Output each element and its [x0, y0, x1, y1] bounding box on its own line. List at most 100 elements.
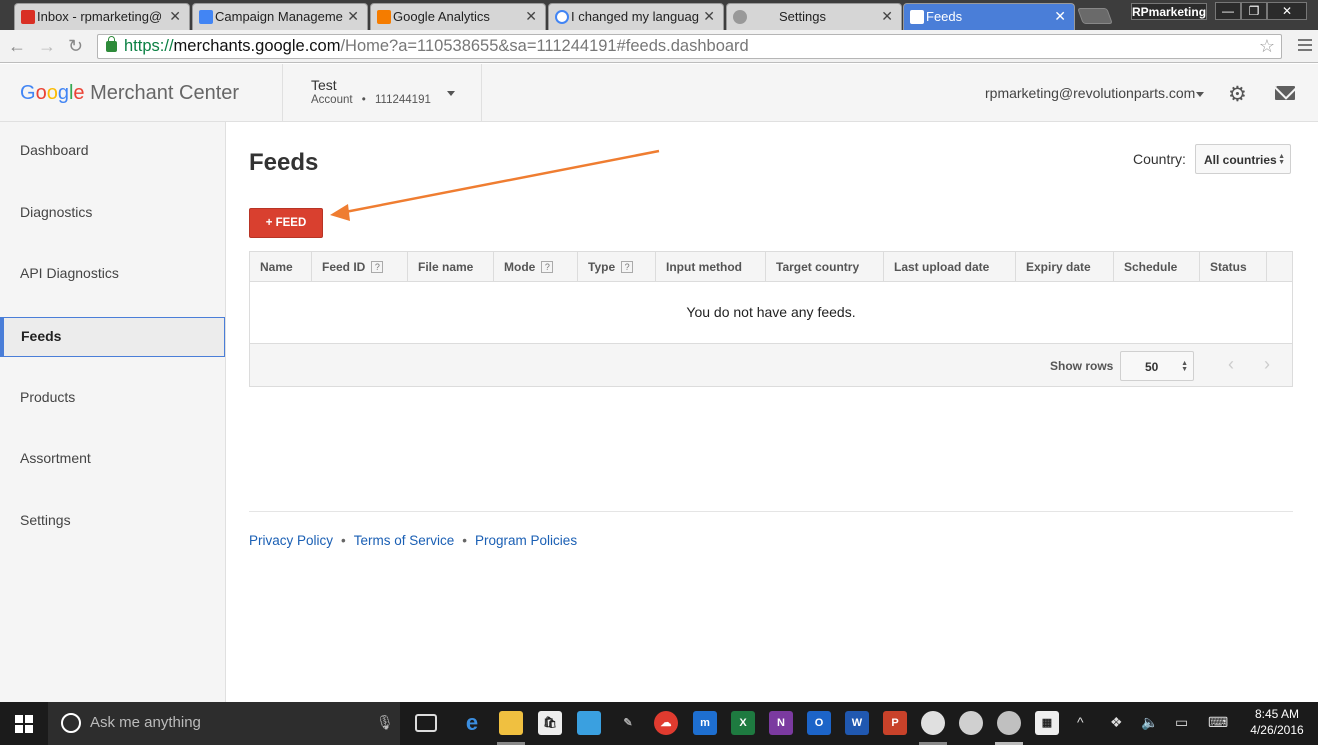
file-explorer-icon[interactable] [499, 711, 523, 735]
add-feed-button[interactable]: + FEED [249, 208, 323, 238]
browser-menu-icon[interactable] [1298, 39, 1312, 51]
pen-tool-icon[interactable]: ✎ [616, 711, 640, 735]
terms-of-service-link[interactable]: Terms of Service [354, 533, 455, 548]
mail-icon[interactable] [1275, 86, 1295, 100]
close-icon[interactable]: ✕ [525, 8, 537, 25]
empty-table-message: You do not have any feeds. [686, 304, 856, 320]
help-icon[interactable]: ? [621, 261, 634, 273]
next-page-icon[interactable]: › [1264, 354, 1270, 375]
sidebar-item-api-diagnostics[interactable]: API Diagnostics [0, 255, 225, 295]
arrow-head [330, 204, 350, 221]
outlook-icon[interactable]: O [807, 711, 831, 735]
logo-letter: o [35, 82, 47, 104]
tab-inbox[interactable]: Inbox - rpmarketing@ ✕ [14, 3, 190, 30]
sidebar-item-feeds[interactable]: Feeds [0, 317, 225, 357]
column-header-target-country[interactable]: Target country [766, 252, 884, 281]
powerpoint-icon[interactable]: P [883, 711, 907, 735]
sidebar-item-assortment[interactable]: Assortment [0, 440, 225, 480]
store-icon[interactable]: 🛍 [538, 711, 562, 735]
microphone-icon[interactable]: 🎙 [376, 714, 394, 731]
tab-feeds[interactable]: Feeds ✕ [903, 3, 1075, 30]
maxthon-icon[interactable]: m [693, 711, 717, 735]
settings-gear-icon [733, 10, 747, 24]
tab-campaign-management[interactable]: Campaign Manageme ✕ [192, 3, 368, 30]
edge-icon[interactable]: e [460, 711, 484, 735]
window-close-icon[interactable]: ✕ [1267, 2, 1307, 20]
account-switcher[interactable]: Test Account • 111244191 [282, 64, 482, 122]
restore-icon[interactable]: ❐ [1241, 2, 1267, 20]
messaging-icon[interactable] [577, 711, 601, 735]
separator-dot: • [341, 533, 346, 548]
calculator-icon[interactable]: ▦ [1035, 711, 1059, 735]
merchant-center-icon [910, 10, 924, 24]
volume-icon[interactable]: 🔈 [1141, 714, 1158, 731]
close-icon[interactable]: ✕ [881, 8, 893, 25]
keyboard-icon[interactable]: ⌨ [1208, 714, 1228, 731]
back-icon[interactable]: ← [8, 36, 26, 57]
sidebar-item-settings[interactable]: Settings [0, 502, 225, 542]
help-icon[interactable]: ? [541, 261, 554, 273]
column-header-status[interactable]: Status [1200, 252, 1267, 281]
previous-page-icon[interactable]: ‹ [1228, 354, 1234, 375]
rows-per-page-select[interactable]: 50 ▲ ▼ [1120, 351, 1194, 381]
gear-icon[interactable]: ⚙ [1228, 82, 1247, 107]
user-email[interactable]: rpmarketing@revolutionparts.com [985, 85, 1195, 101]
column-header-name[interactable]: Name [250, 252, 312, 281]
tab-settings[interactable]: Settings ✕ [726, 3, 902, 30]
address-bar[interactable]: https://merchants.google.com/Home?a=1105… [97, 34, 1282, 59]
column-label: Target country [776, 260, 860, 274]
table-header-row: Name Feed ID? File name Mode? Type? Inpu… [250, 252, 1292, 282]
sidebar-item-dashboard[interactable]: Dashboard [0, 132, 225, 172]
sidebar-item-products[interactable]: Products [0, 379, 225, 419]
cloud-app-icon[interactable]: ☁ [654, 711, 678, 735]
column-header-file-name[interactable]: File name [408, 252, 494, 281]
dropbox-icon[interactable]: ❖ [1110, 714, 1123, 731]
chrome-active-icon[interactable] [997, 711, 1021, 735]
program-policies-link[interactable]: Program Policies [475, 533, 577, 548]
tab-google-analytics[interactable]: Google Analytics ✕ [370, 3, 546, 30]
system-clock[interactable]: 8:45 AM 4/26/2016 [1244, 706, 1310, 738]
column-header-type[interactable]: Type? [578, 252, 656, 281]
cortana-search-box[interactable]: Ask me anything 🎙 [48, 702, 400, 745]
close-icon[interactable]: ✕ [169, 8, 181, 25]
column-header-schedule[interactable]: Schedule [1114, 252, 1200, 281]
task-view-icon[interactable] [415, 714, 437, 732]
notifications-icon[interactable]: ▭ [1175, 714, 1188, 731]
merchant-center-logo[interactable]: Google Merchant Center [20, 82, 239, 105]
onenote-icon[interactable]: N [769, 711, 793, 735]
tab-title: Campaign Manageme [215, 9, 343, 24]
word-icon[interactable]: W [845, 711, 869, 735]
account-details: Account • 111244191 [311, 94, 431, 106]
chrome-icon[interactable] [921, 711, 945, 735]
column-header-expiry-date[interactable]: Expiry date [1016, 252, 1114, 281]
windows-start-icon[interactable] [15, 715, 33, 733]
close-icon[interactable]: ✕ [347, 8, 359, 25]
new-tab-button[interactable] [1077, 8, 1113, 24]
column-label: Name [260, 260, 293, 274]
excel-icon[interactable]: X [731, 711, 755, 735]
close-icon[interactable]: ✕ [1054, 8, 1066, 25]
forward-icon[interactable]: → [38, 36, 56, 57]
minimize-icon[interactable]: — [1215, 2, 1241, 20]
sidebar-item-diagnostics[interactable]: Diagnostics [0, 194, 225, 234]
show-hidden-icons-icon[interactable]: ^ [1077, 714, 1084, 730]
bookmark-star-icon[interactable]: ☆ [1259, 36, 1275, 57]
profile-button[interactable]: RPmarketing [1131, 3, 1207, 20]
column-header-feed-id[interactable]: Feed ID? [312, 252, 408, 281]
chevron-down-icon[interactable] [1196, 92, 1204, 97]
help-icon[interactable]: ? [371, 261, 384, 273]
chrome-profile-icon[interactable] [959, 711, 983, 735]
country-select[interactable]: All countries ▲ ▼ [1195, 144, 1291, 174]
privacy-policy-link[interactable]: Privacy Policy [249, 533, 333, 548]
logo-letter: g [57, 82, 69, 104]
account-id: 111244191 [375, 94, 431, 106]
close-icon[interactable]: ✕ [703, 8, 715, 25]
reload-icon[interactable]: ↻ [68, 36, 83, 57]
tab-title: Inbox - rpmarketing@ [37, 9, 163, 24]
column-header-last-upload-date[interactable]: Last upload date [884, 252, 1016, 281]
column-label: Expiry date [1026, 260, 1091, 274]
logo-letter: G [20, 82, 36, 104]
tab-changed-language[interactable]: I changed my languag ✕ [548, 3, 724, 30]
column-header-input-method[interactable]: Input method [656, 252, 766, 281]
column-header-mode[interactable]: Mode? [494, 252, 578, 281]
